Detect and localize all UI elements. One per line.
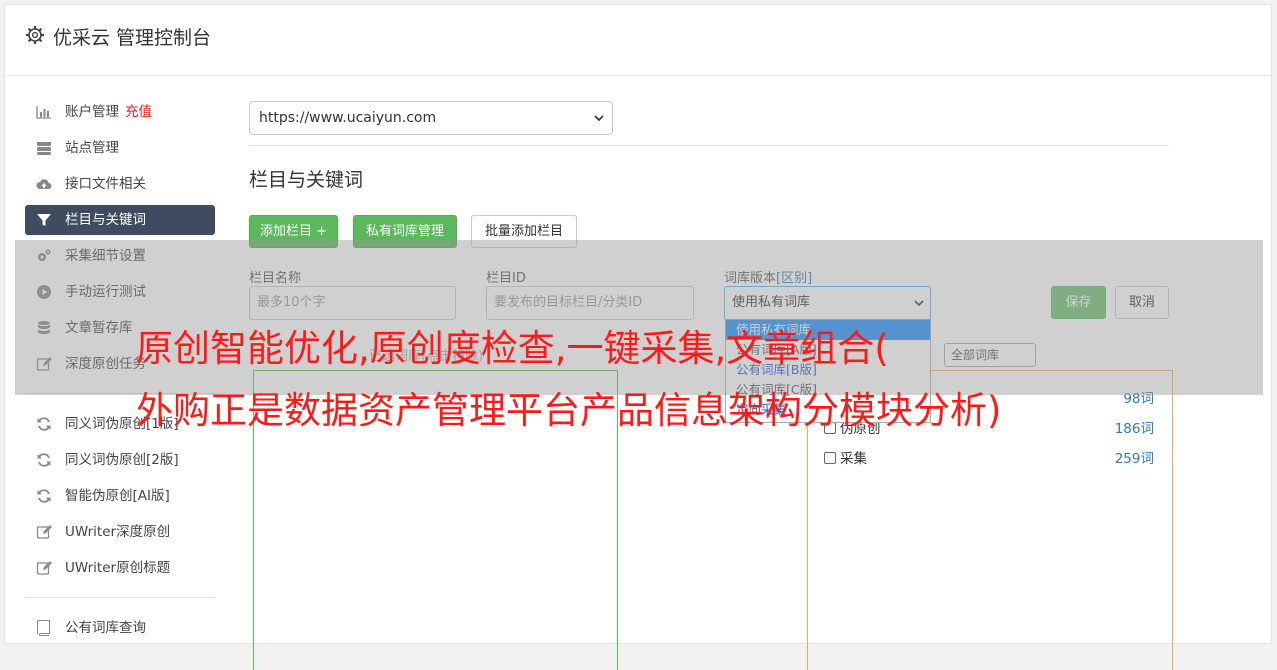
list-item[interactable]: 采集 259词 [824,447,1154,469]
sidebar-divider [25,597,215,598]
site-select[interactable]: https://www.ucaiyun.com [249,101,613,135]
sidebar-item-uwriter-title[interactable]: UWriter原创标题 [25,553,215,583]
overlay-headline-1: 原创智能优化,原创度检查,一键采集,文章组合( [136,327,889,370]
sidebar-item-uwriter-deep[interactable]: UWriter深度原创 [25,517,215,547]
sidebar-item-label: 账户管理 [65,104,119,120]
sidebar-item-label: 智能伪原创[AI版] [65,488,170,504]
edit-icon [36,561,52,575]
sidebar-item-public-lib[interactable]: 公有词库查询 [25,613,215,643]
sidebar-item-synonym-v2[interactable]: 同义词伪原创[2版] [25,445,215,475]
divider [249,145,1169,146]
bar-chart-icon [36,106,51,119]
sidebar-item-sites[interactable]: 站点管理 [25,133,215,163]
section-title: 栏目与关键词 [249,169,364,191]
sidebar-item-label: UWriter原创标题 [65,560,171,576]
page-title: 优采云 管理控制台 [53,27,212,49]
lib-name: 采集 [840,451,867,467]
book-icon [37,620,50,636]
sidebar-item-label: 站点管理 [65,140,119,156]
site-select-value: https://www.ucaiyun.com [259,110,437,126]
checkbox[interactable] [824,452,836,464]
refresh-icon [37,489,51,503]
sidebar-item-account[interactable]: 账户管理 充值 [25,97,215,127]
overlay-headline-2: 外购正是数据资产管理平台产品信息架构分模块分析) [136,389,1002,432]
gear-icon [26,26,44,44]
sidebar-item-ai-rewrite[interactable]: 智能伪原创[AI版] [25,481,215,511]
sidebar-item-interface[interactable]: 接口文件相关 [25,169,215,199]
refresh-icon [37,453,51,467]
lib-count: 259词 [1114,451,1154,467]
server-icon [37,142,51,155]
lib-count: 186词 [1114,421,1154,437]
sidebar-item-columns[interactable]: 栏目与关键词 [25,205,215,235]
sidebar-item-label: UWriter深度原创 [65,524,171,540]
sidebar-item-label: 同义词伪原创[2版] [65,452,179,468]
refresh-icon [37,417,51,431]
cloud-upload-icon [36,179,52,190]
sidebar-item-label: 接口文件相关 [65,176,146,192]
filter-icon [37,214,51,226]
recharge-link[interactable]: 充值 [125,104,152,120]
header: 优采云 管理控制台 [5,5,1271,76]
sidebar-item-label: 公有词库查询 [65,620,146,636]
edit-icon [36,525,52,539]
sidebar-item-label: 栏目与关键词 [65,212,146,228]
chevron-down-icon [594,115,604,121]
